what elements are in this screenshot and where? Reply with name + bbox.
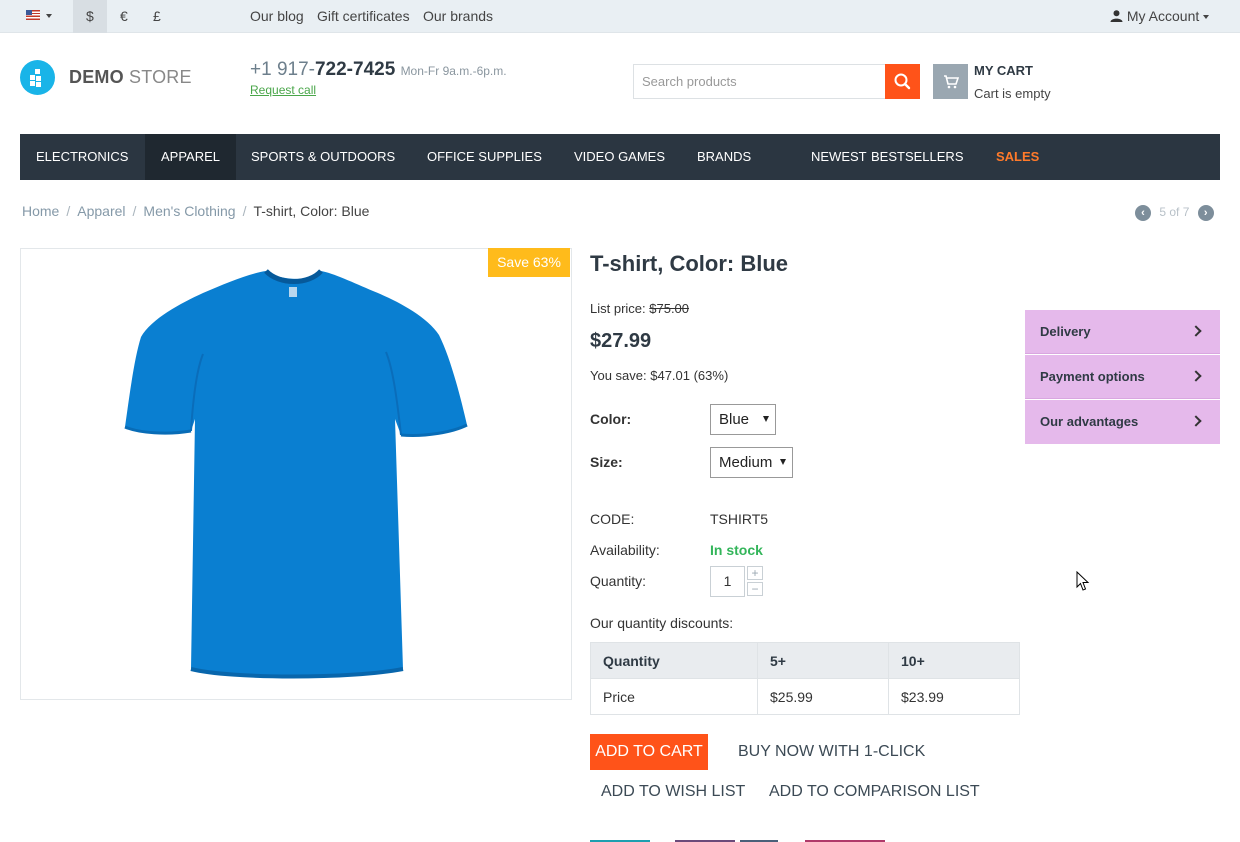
chevron-down-icon xyxy=(763,416,769,422)
logo-text[interactable]: DEMO STORE xyxy=(69,67,192,88)
breadcrumb: Home / Apparel / Men's Clothing / T-shirt, Col… xyxy=(22,203,370,219)
discount-table: Quantity 5+ 10+ Price $25.99 $23.99 xyxy=(590,642,1020,715)
delivery-label: Delivery xyxy=(1040,324,1091,339)
cart-button[interactable] xyxy=(933,64,968,99)
add-to-comparison-button[interactable]: ADD TO COMPARISON LIST xyxy=(769,783,980,801)
quantity-increase-button[interactable]: + xyxy=(747,566,763,580)
add-to-wish-list-button[interactable]: ADD TO WISH LIST xyxy=(601,783,745,801)
top-bar: $ € £ Our blog Gift certificates Our bra… xyxy=(0,0,1240,33)
breadcrumb-apparel[interactable]: Apparel xyxy=(77,203,125,219)
our-advantages-panel[interactable]: Our advantages xyxy=(1025,400,1220,444)
tshirt-image xyxy=(124,269,468,679)
quantity-input[interactable]: 1 xyxy=(710,566,745,597)
link-our-brands[interactable]: Our brands xyxy=(423,0,493,33)
breadcrumb-current: T-shirt, Color: Blue xyxy=(253,203,370,219)
chevron-down-icon xyxy=(780,459,786,465)
payment-options-label: Payment options xyxy=(1040,369,1145,384)
main-nav: ELECTRONICS APPAREL SPORTS & OUTDOORS OF… xyxy=(20,134,1220,180)
color-label: Color: xyxy=(590,411,632,427)
request-call-link[interactable]: Request call xyxy=(250,83,316,97)
quantity-discounts-label: Our quantity discounts: xyxy=(590,615,734,631)
chevron-down-icon[interactable] xyxy=(46,14,52,18)
prev-product-button[interactable]: ‹ xyxy=(1135,205,1151,221)
table-cell: $25.99 xyxy=(757,678,889,715)
search-button[interactable] xyxy=(885,64,920,99)
table-header-cell: 5+ xyxy=(757,642,889,679)
delivery-panel[interactable]: Delivery xyxy=(1025,310,1220,354)
table-row: Price $25.99 $23.99 xyxy=(590,678,1020,715)
table-header-cell: 10+ xyxy=(888,642,1020,679)
mouse-cursor-icon xyxy=(1076,571,1090,591)
user-icon xyxy=(1110,10,1123,22)
nav-sports-outdoors[interactable]: SPORTS & OUTDOORS xyxy=(235,134,411,180)
table-header-row: Quantity 5+ 10+ xyxy=(590,642,1020,679)
phone-number: +1 917-722-7425 Mon-Fr 9a.m.-6p.m. xyxy=(250,59,507,80)
business-hours: Mon-Fr 9a.m.-6p.m. xyxy=(400,64,507,78)
breadcrumb-home[interactable]: Home xyxy=(22,203,59,219)
you-save: You save: $47.01 (63%) xyxy=(590,368,729,383)
payment-options-panel[interactable]: Payment options xyxy=(1025,355,1220,399)
quantity-decrease-button[interactable]: − xyxy=(747,582,763,596)
save-badge: Save 63% xyxy=(488,248,570,277)
cart-title[interactable]: MY CART xyxy=(974,63,1033,78)
cart-icon xyxy=(944,75,960,89)
table-cell: $23.99 xyxy=(888,678,1020,715)
my-account-label: My Account xyxy=(1126,8,1200,24)
chevron-right-icon xyxy=(1190,415,1202,427)
currency-eur[interactable]: € xyxy=(120,0,128,33)
nav-brands[interactable]: BRANDS xyxy=(681,134,767,180)
quantity-label: Quantity: xyxy=(590,573,647,589)
nav-office-supplies[interactable]: OFFICE SUPPLIES xyxy=(411,134,558,180)
next-product-button[interactable]: › xyxy=(1197,205,1214,221)
size-select[interactable]: Medium xyxy=(710,447,793,478)
availability-label: Availability: xyxy=(590,542,660,558)
chevron-down-icon xyxy=(1203,15,1210,20)
link-gift-certificates[interactable]: Gift certificates xyxy=(317,0,410,33)
chevron-right-icon xyxy=(1190,325,1202,337)
our-advantages-label: Our advantages xyxy=(1040,414,1139,429)
product-title: T-shirt, Color: Blue xyxy=(590,251,788,276)
product-pager: ‹ 5 of 7 › xyxy=(1135,205,1214,221)
table-cell: Price xyxy=(590,678,758,715)
currency-usd[interactable]: $ xyxy=(86,0,94,33)
add-to-cart-button[interactable]: ADD TO CART xyxy=(590,734,708,770)
pager-count: 5 of 7 xyxy=(1159,205,1190,220)
search-input[interactable]: Search products xyxy=(633,64,886,99)
link-our-blog[interactable]: Our blog xyxy=(250,0,304,33)
color-select[interactable]: Blue xyxy=(710,404,776,435)
code-label: CODE: xyxy=(590,511,635,527)
currency-gbp[interactable]: £ xyxy=(153,0,161,33)
nav-video-games[interactable]: VIDEO GAMES xyxy=(558,134,681,180)
table-header-cell: Quantity xyxy=(590,642,758,679)
product-price: $27.99 xyxy=(590,330,652,352)
availability-value: In stock xyxy=(710,542,763,558)
list-price: List price: $75.00 xyxy=(590,301,690,316)
chevron-right-icon xyxy=(1190,370,1202,382)
search-icon xyxy=(894,73,911,90)
logo-icon[interactable] xyxy=(20,60,55,95)
size-label: Size: xyxy=(590,454,623,470)
nav-bestsellers[interactable]: BESTSELLERS xyxy=(855,134,980,180)
nav-electronics[interactable]: ELECTRONICS xyxy=(20,134,144,180)
product-image[interactable] xyxy=(20,248,572,700)
my-account-menu[interactable]: My Account xyxy=(1110,0,1210,33)
buy-now-button[interactable]: BUY NOW WITH 1-CLICK xyxy=(738,743,925,761)
nav-sales[interactable]: SALES xyxy=(980,134,1055,180)
code-value: TSHIRT5 xyxy=(710,511,769,527)
breadcrumb-mens-clothing[interactable]: Men's Clothing xyxy=(143,203,235,219)
us-flag-icon[interactable] xyxy=(26,10,40,20)
cart-status: Cart is empty xyxy=(974,86,1051,101)
nav-apparel[interactable]: APPAREL xyxy=(145,134,237,180)
